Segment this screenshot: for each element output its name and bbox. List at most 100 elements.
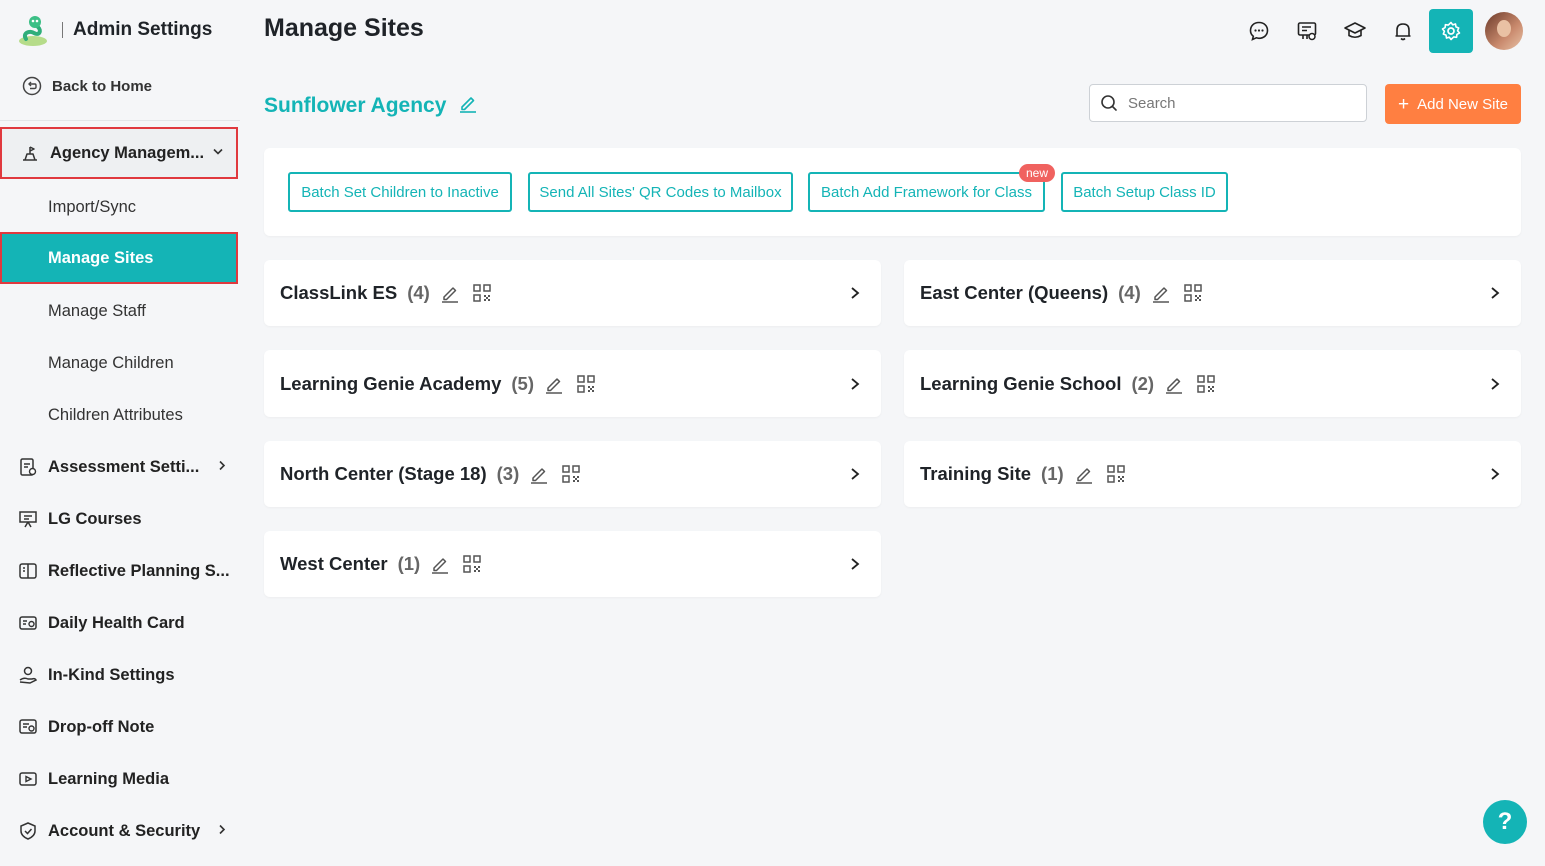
site-name: Learning Genie School [920, 372, 1122, 394]
new-badge: new [1018, 164, 1055, 182]
site-qr-button[interactable] [576, 374, 596, 394]
site-qr-button[interactable] [462, 554, 482, 574]
back-to-home-label: Back to Home [52, 77, 153, 95]
site-count: (4) [407, 282, 430, 303]
site-card-classlink-es[interactable]: ClassLink ES (4) [264, 260, 881, 326]
add-new-site-label: Add New Site [1417, 95, 1508, 113]
sidebar-item-label: Account & Security [48, 821, 201, 840]
notifications-button[interactable] [1381, 9, 1425, 53]
batch-set-children-inactive-button[interactable]: Batch Set Children to Inactive [288, 172, 512, 212]
sidebar-subitem-children-attributes[interactable]: Children Attributes [0, 389, 240, 441]
site-card-east-center-queens[interactable]: East Center (Queens) (4) [904, 260, 1521, 326]
notes-button[interactable] [1285, 9, 1329, 53]
sidebar-item-label: Agency Managem... [50, 143, 205, 162]
site-count: (3) [496, 463, 520, 484]
site-card-learning-genie-school[interactable]: Learning Genie School (2) [904, 350, 1521, 417]
sidebar-subitem-manage-children[interactable]: Manage Children [0, 337, 240, 389]
sidebar-item-daily-health-card[interactable]: Daily Health Card [0, 597, 240, 649]
batch-setup-class-id-button[interactable]: Batch Setup Class ID [1061, 172, 1228, 212]
pencil-icon [460, 97, 477, 113]
edit-site-button[interactable] [1151, 283, 1171, 303]
pencil-icon [1152, 287, 1169, 303]
learning-genie-logo-icon [19, 16, 47, 46]
settings-button[interactable] [1429, 9, 1473, 53]
sidebar-item-assessment-settings[interactable]: Assessment Setti... [0, 441, 240, 493]
planning-icon [18, 561, 38, 581]
chevron-right-icon [849, 557, 861, 571]
sidebar-subitem-label: Children Attributes [48, 405, 183, 424]
app-title: Admin Settings [73, 19, 213, 40]
site-name: North Center (Stage 18) [280, 463, 487, 484]
site-count: (2) [1131, 372, 1155, 394]
site-qr-button[interactable] [1196, 374, 1216, 394]
batch-add-framework-button[interactable]: Batch Add Framework for Class new [808, 164, 1055, 212]
edit-site-button[interactable] [1164, 374, 1184, 394]
media-icon [18, 769, 38, 789]
site-qr-button[interactable] [472, 283, 492, 303]
help-button[interactable]: ? [1483, 800, 1527, 844]
bell-icon [1395, 23, 1411, 41]
pencil-icon [1075, 468, 1092, 484]
edit-agency-button[interactable] [458, 93, 478, 119]
edit-site-button[interactable] [440, 283, 460, 303]
courses-button[interactable] [1333, 9, 1377, 53]
chevron-right-icon [1489, 286, 1501, 300]
sidebar-item-agency-management[interactable]: Agency Managem... [0, 127, 238, 179]
search-input[interactable] [1126, 93, 1350, 113]
pencil-icon [1166, 377, 1183, 394]
chevron-right-icon [1489, 377, 1501, 391]
sidebar-item-lg-courses[interactable]: LG Courses [0, 493, 240, 545]
brand: Admin Settings [16, 12, 212, 48]
sidebar-subitem-label: Manage Staff [48, 301, 146, 320]
sidebar-item-reflective-planning[interactable]: Reflective Planning S... [0, 545, 240, 597]
pencil-icon [432, 558, 449, 574]
document-settings-icon [1297, 22, 1317, 41]
sidebar-item-drop-off-note[interactable]: Drop-off Note [0, 701, 240, 753]
gear-icon [1441, 21, 1461, 41]
chat-icon [1249, 21, 1269, 41]
edit-site-button[interactable] [529, 464, 549, 484]
batch-actions-panel: Batch Set Children to Inactive Send All … [264, 148, 1521, 236]
sidebar-subitem-import-sync[interactable]: Import/Sync [0, 181, 240, 233]
sidebar-item-label: Drop-off Note [48, 717, 155, 736]
user-avatar[interactable] [1485, 12, 1523, 50]
shield-icon [18, 821, 38, 841]
in-kind-icon [18, 665, 38, 685]
site-count: (1) [1041, 463, 1064, 484]
back-to-home-link[interactable]: Back to Home [22, 74, 152, 98]
site-card-north-center[interactable]: North Center (Stage 18) (3) [264, 441, 881, 507]
add-new-site-button[interactable]: + Add New Site [1385, 84, 1521, 124]
site-qr-button[interactable] [1183, 283, 1203, 303]
site-card-training-site[interactable]: Training Site (1) [904, 441, 1521, 507]
sidebar-item-learning-media[interactable]: Learning Media [0, 753, 240, 805]
site-card-west-center[interactable]: West Center (1) [264, 531, 881, 597]
sidebar-subitem-manage-staff[interactable]: Manage Staff [0, 285, 240, 337]
chevron-right-icon [849, 286, 861, 300]
chat-button[interactable] [1237, 9, 1281, 53]
search-box[interactable] [1089, 84, 1367, 122]
sidebar-item-in-kind-settings[interactable]: In-Kind Settings [0, 649, 240, 701]
sidebar-item-label: In-Kind Settings [48, 665, 175, 684]
send-qr-codes-button[interactable]: Send All Sites' QR Codes to Mailbox [528, 172, 793, 212]
qr-code-icon [463, 555, 481, 573]
site-qr-button[interactable] [561, 464, 581, 484]
edit-site-button[interactable] [1074, 464, 1094, 484]
sidebar: Admin Settings Back to Home Agency Manag… [0, 0, 240, 866]
sidebar-item-account-security[interactable]: Account & Security [0, 805, 240, 857]
note-icon [18, 717, 38, 737]
agency-icon [20, 143, 40, 163]
qr-code-icon [562, 465, 580, 483]
site-qr-button[interactable] [1106, 464, 1126, 484]
sidebar-item-label: Daily Health Card [48, 613, 185, 632]
edit-site-button[interactable] [544, 374, 564, 394]
sidebar-subitem-manage-sites[interactable]: Manage Sites [0, 232, 238, 284]
sidebar-subitem-label: Manage Children [48, 353, 174, 372]
courses-icon [18, 509, 38, 529]
sidebar-item-label: Learning Media [48, 769, 170, 788]
agency-name: Sunflower Agency [264, 94, 447, 117]
site-name: Training Site [920, 463, 1032, 484]
qr-code-icon [1197, 374, 1215, 393]
site-card-learning-genie-academy[interactable]: Learning Genie Academy (5) [264, 350, 881, 417]
chevron-right-icon [849, 467, 861, 481]
edit-site-button[interactable] [430, 554, 450, 574]
